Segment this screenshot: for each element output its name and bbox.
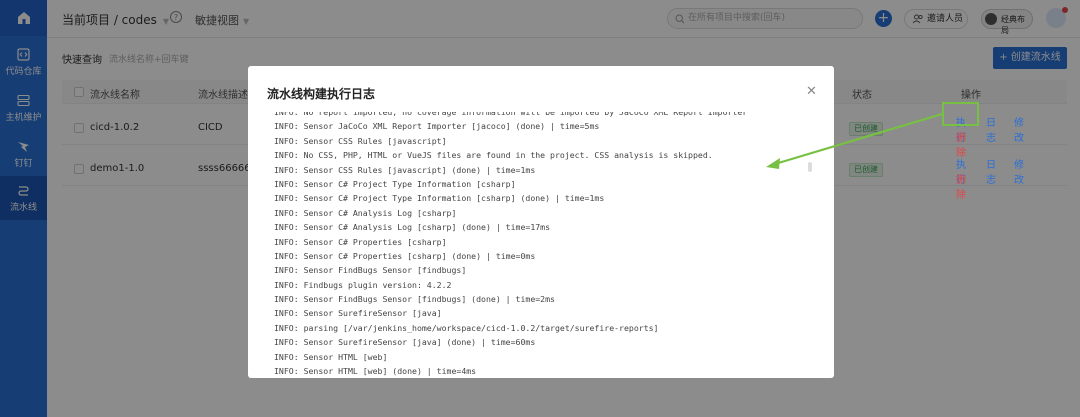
annotation-arrow-icon xyxy=(766,112,943,169)
